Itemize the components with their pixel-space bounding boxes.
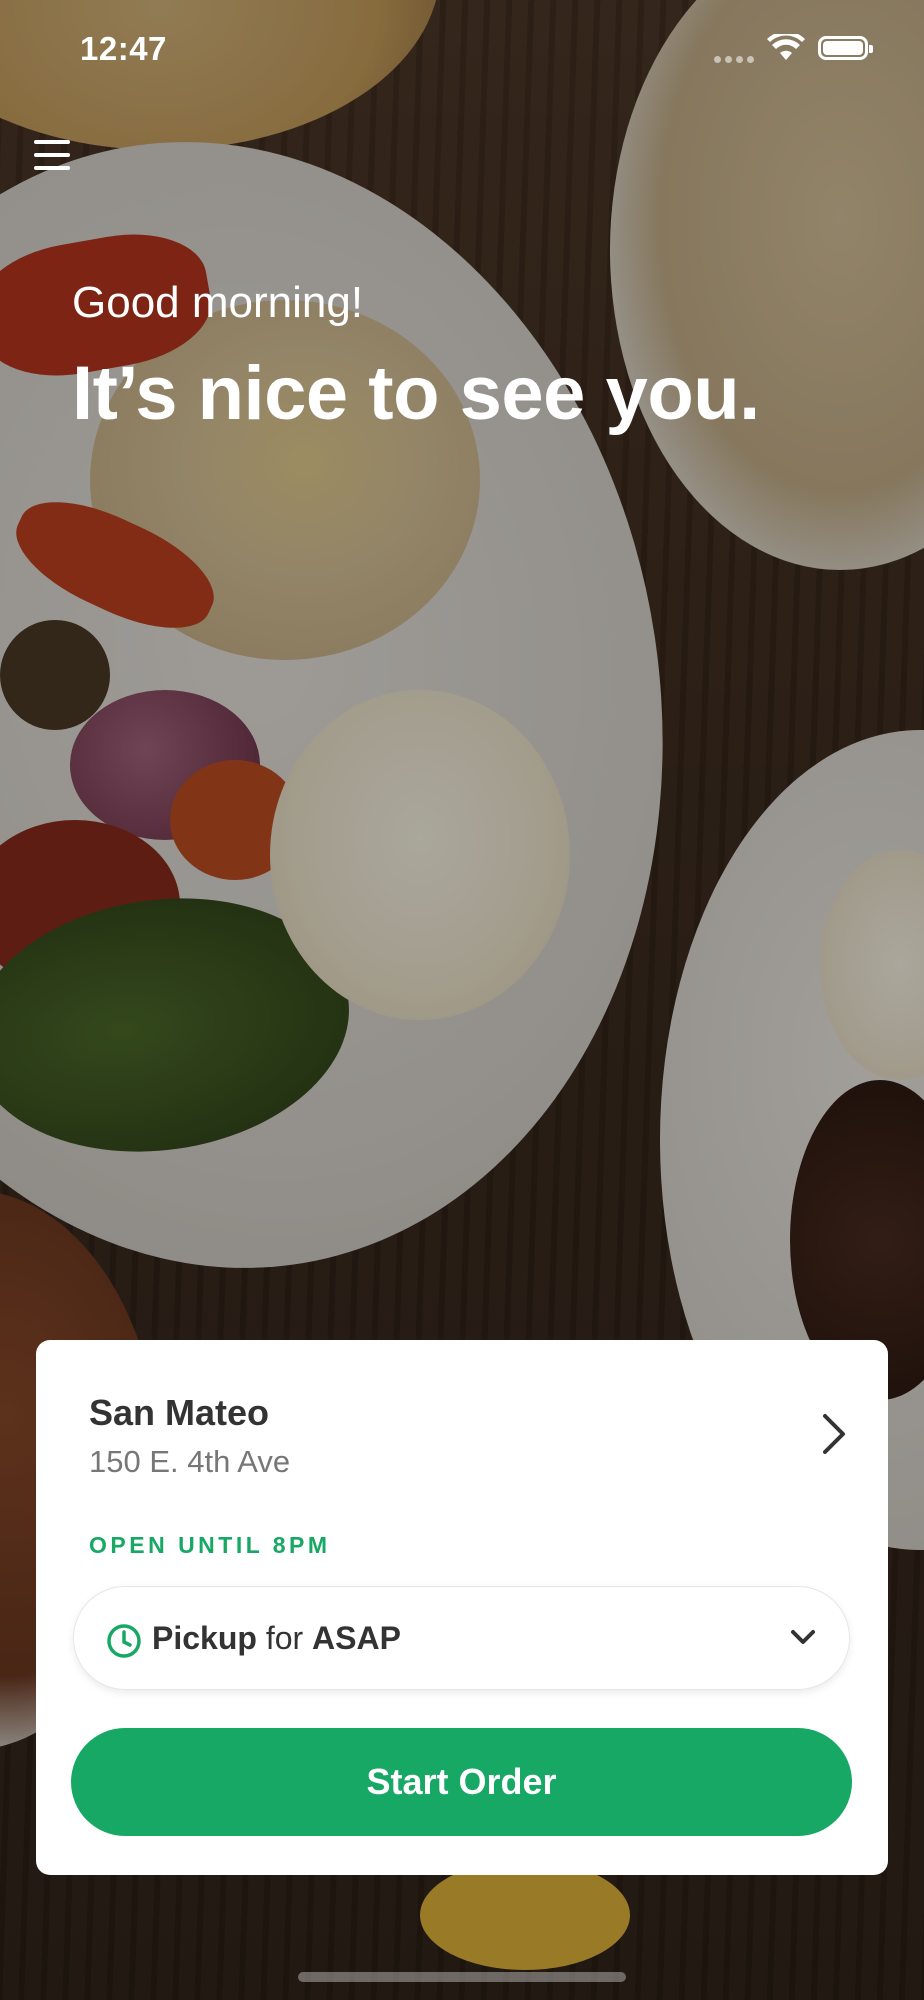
order-method: Pickup xyxy=(152,1620,257,1656)
store-selector[interactable]: San Mateo 150 E. 4th Ave xyxy=(89,1392,849,1502)
wifi-icon xyxy=(767,34,805,60)
menu-button[interactable] xyxy=(34,140,74,176)
status-time: 12:47 xyxy=(80,30,167,67)
status-bar: 12:47 xyxy=(0,0,924,100)
headline-text: It’s nice to see you. xyxy=(72,351,760,436)
menu-icon-bar xyxy=(34,140,70,144)
order-card: San Mateo 150 E. 4th Ave OPEN UNTIL 8PM … xyxy=(36,1340,888,1875)
menu-icon-bar xyxy=(34,166,70,170)
start-order-button[interactable]: Start Order xyxy=(71,1728,852,1836)
order-mode-dropdown[interactable]: Pickup for ASAP xyxy=(73,1586,850,1690)
open-status: OPEN UNTIL 8PM xyxy=(89,1532,331,1558)
greeting-text: Good morning! xyxy=(72,278,364,327)
chevron-down-icon xyxy=(791,1630,815,1644)
battery-icon xyxy=(818,36,873,60)
cellular-signal-icon xyxy=(714,56,754,63)
menu-icon-bar xyxy=(34,153,70,157)
home-indicator[interactable] xyxy=(298,1972,626,1982)
store-name: San Mateo xyxy=(89,1392,270,1433)
store-address: 150 E. 4th Ave xyxy=(89,1444,291,1479)
order-time: ASAP xyxy=(312,1620,401,1656)
order-mode-text: Pickup for ASAP xyxy=(152,1620,401,1657)
chevron-right-icon xyxy=(823,1414,845,1454)
clock-icon xyxy=(107,1624,141,1658)
order-connector: for xyxy=(265,1620,304,1656)
